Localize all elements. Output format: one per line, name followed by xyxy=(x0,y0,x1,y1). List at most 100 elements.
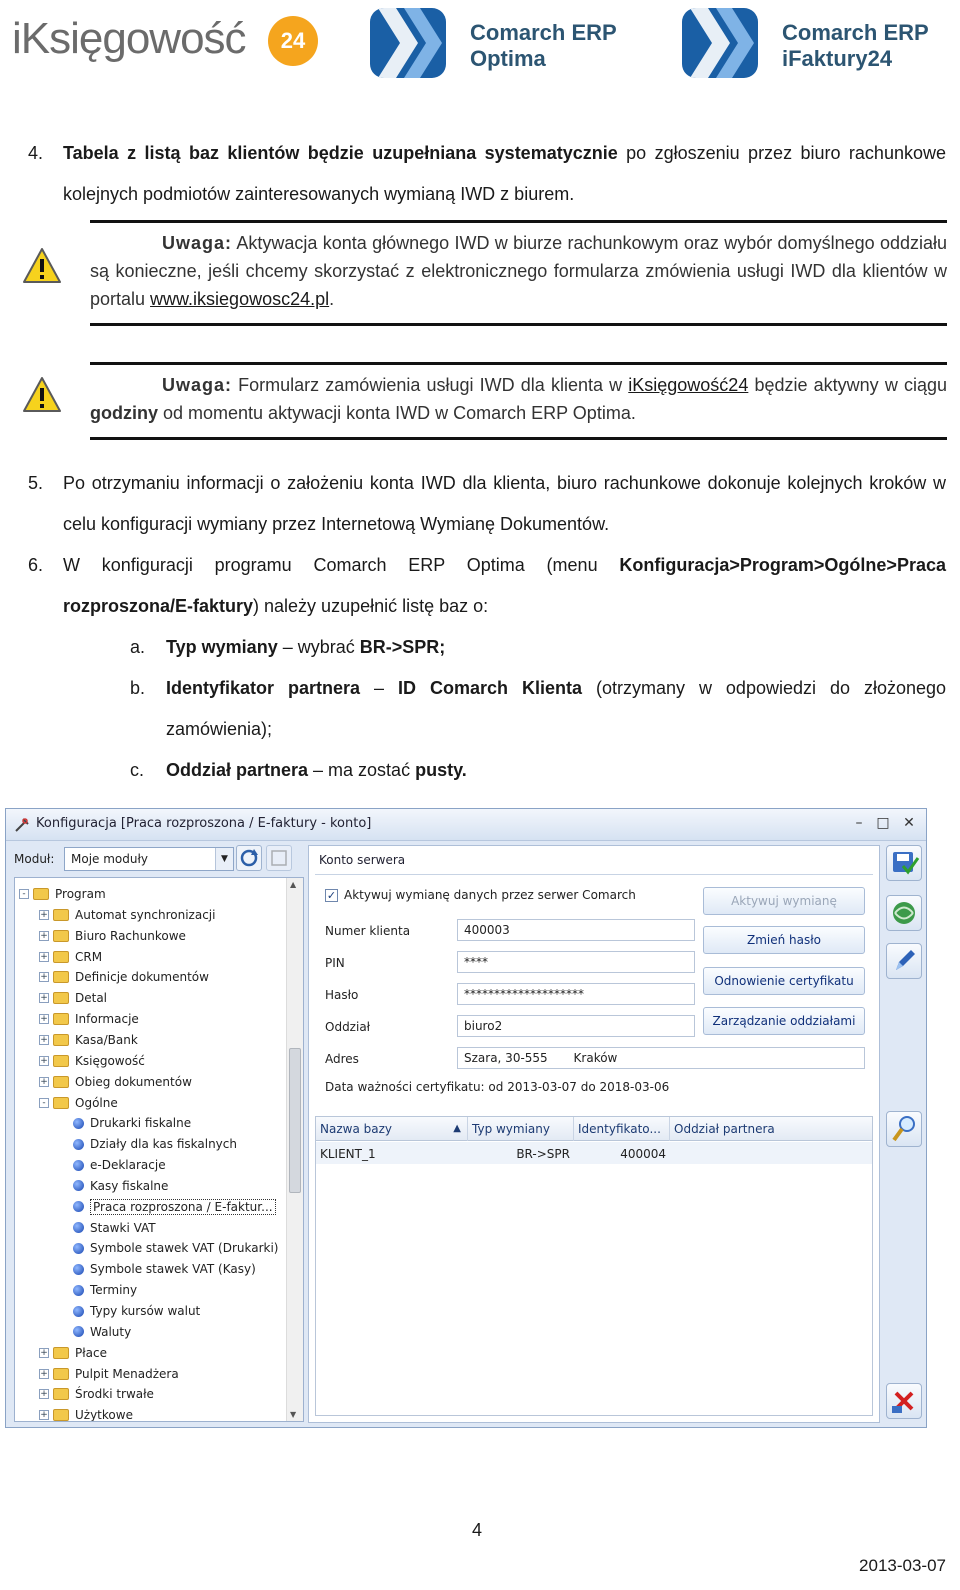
tree-node[interactable]: Działy dla kas fiskalnych xyxy=(59,1134,237,1154)
tree-node[interactable]: Stawki VAT xyxy=(59,1218,156,1238)
tree-node[interactable]: - Ogólne xyxy=(39,1093,118,1113)
tree-node[interactable]: + Informacje xyxy=(39,1009,139,1029)
pin-field[interactable]: **** xyxy=(457,951,695,973)
expand-icon[interactable]: + xyxy=(39,930,49,941)
change-password-button[interactable]: Zmień hasło xyxy=(703,926,865,954)
list-item-c: c. Oddział partnera – ma zostać pusty. xyxy=(130,750,946,791)
tree-node-label: Terminy xyxy=(90,1283,138,1298)
tree-node[interactable]: Terminy xyxy=(59,1280,137,1300)
section-5: 5. Po otrzymaniu informacji o założeniu … xyxy=(28,463,946,545)
save-button[interactable] xyxy=(886,845,922,881)
activate-exchange-checkbox[interactable]: ✓ Aktywuj wymianę danych przez serwer Co… xyxy=(325,888,636,902)
section-number: 6. xyxy=(28,555,44,575)
tree-node[interactable]: + Obieg dokumentów xyxy=(39,1072,192,1092)
portal-link[interactable]: www.iksiegowosc24.pl xyxy=(150,289,329,309)
cell-id: 400004 xyxy=(620,1147,666,1161)
section-5-text: Po otrzymaniu informacji o założeniu kon… xyxy=(63,473,946,534)
chevron-down-icon[interactable]: ▼ xyxy=(215,848,233,870)
item-icon xyxy=(73,1242,84,1254)
logo-line-2: iFaktury24 xyxy=(782,46,893,71)
expand-icon[interactable]: + xyxy=(39,1055,49,1066)
tree-node[interactable]: e-Deklaracje xyxy=(59,1155,166,1175)
column-header-branch[interactable]: Oddział partnera xyxy=(670,1117,874,1141)
column-header-name[interactable]: Nazwa bazy ▲ xyxy=(316,1117,468,1141)
expand-icon[interactable]: + xyxy=(39,1076,49,1087)
iksiegowosc-link[interactable]: iKsięgowość24 xyxy=(628,375,748,395)
password-field[interactable]: ******************** xyxy=(457,983,695,1005)
tree-node-label: Drukarki fiskalne xyxy=(90,1116,192,1131)
config-tree[interactable]: ▲ ▼ - Program + Automat synchronizacji + Biur… xyxy=(14,877,304,1422)
client-number-field[interactable]: 400003 xyxy=(457,919,695,941)
tree-node[interactable]: Waluty xyxy=(59,1322,131,1342)
module-select[interactable]: Moje moduły ▼ xyxy=(64,847,234,871)
note-text: od momentu aktywacji konta IWD w Comarch… xyxy=(158,403,636,423)
tree-node[interactable]: + Użytkowe xyxy=(39,1405,133,1421)
manage-branches-button[interactable]: Zarządzanie oddziałami xyxy=(703,1007,865,1035)
pin-label: PIN xyxy=(325,956,345,970)
edit-button[interactable] xyxy=(886,943,922,979)
column-header-type[interactable]: Typ wymiany xyxy=(468,1117,574,1141)
expand-icon[interactable]: + xyxy=(39,1347,49,1358)
tree-scrollbar[interactable]: ▲ ▼ xyxy=(286,878,303,1421)
logo-wordmark: iKsięgowość xyxy=(12,14,247,63)
tree-node[interactable]: + Księgowość xyxy=(39,1051,145,1071)
address-city: Kraków xyxy=(573,1051,618,1065)
tree-node[interactable]: + Środki trwałe xyxy=(39,1384,154,1404)
tree-node[interactable]: + CRM xyxy=(39,947,102,967)
note-label: Uwaga: xyxy=(162,375,233,395)
tree-node[interactable]: Typy kursów walut xyxy=(59,1301,200,1321)
expand-icon[interactable]: + xyxy=(39,993,49,1004)
database-grid[interactable]: Nazwa bazy ▲ Typ wymiany Identyfikato... … xyxy=(315,1116,873,1416)
refresh-tree-button[interactable] xyxy=(236,845,262,871)
search-button[interactable] xyxy=(886,1111,922,1147)
tree-node[interactable]: Symbole stawek VAT (Drukarki) xyxy=(59,1238,278,1258)
tree-node[interactable]: + Automat synchronizacji xyxy=(39,905,215,925)
column-label: Nazwa bazy xyxy=(320,1122,392,1136)
expand-icon[interactable]: + xyxy=(39,1389,49,1400)
scroll-up-icon[interactable]: ▲ xyxy=(290,880,296,889)
tree-node[interactable]: + Pulpit Menadżera xyxy=(39,1364,179,1384)
tree-node[interactable]: + Płace xyxy=(39,1343,107,1363)
tree-options-button[interactable] xyxy=(266,845,292,871)
tree-node[interactable]: Drukarki fiskalne xyxy=(59,1113,191,1133)
tree-node[interactable]: + Biuro Rachunkowe xyxy=(39,926,186,946)
note-text: Formularz zamówienia usługi IWD dla klie… xyxy=(232,375,629,395)
tree-node[interactable]: + Definicje dokumentów xyxy=(39,967,209,987)
tree-node-label: Kasy fiskalne xyxy=(90,1178,169,1193)
maximize-button[interactable]: □ xyxy=(874,815,892,831)
item-icon xyxy=(73,1326,84,1338)
expand-icon[interactable]: + xyxy=(39,1410,49,1421)
column-header-id[interactable]: Identyfikato... xyxy=(574,1117,670,1141)
expand-icon[interactable]: + xyxy=(39,1368,49,1379)
renew-certificate-button[interactable]: Odnowienie certyfikatu xyxy=(703,967,865,995)
scroll-thumb[interactable] xyxy=(289,1048,301,1193)
expand-icon[interactable]: + xyxy=(39,909,49,920)
cancel-button[interactable] xyxy=(886,1383,922,1419)
minimize-button[interactable]: – xyxy=(850,815,868,831)
tree-node[interactable]: Kasy fiskalne xyxy=(59,1176,168,1196)
folder-icon xyxy=(53,1075,69,1088)
collapse-icon[interactable]: - xyxy=(19,889,29,899)
section-4-bold: Tabela z listą baz klientów będzie uzupe… xyxy=(63,143,618,163)
expand-icon[interactable]: + xyxy=(39,1014,49,1025)
tree-node[interactable]: Praca rozproszona / E-faktur... xyxy=(59,1197,276,1217)
close-button[interactable]: ✕ xyxy=(900,815,918,831)
activate-exchange-button[interactable]: Aktywuj wymianę xyxy=(703,887,865,915)
tree-node[interactable]: + Detal xyxy=(39,988,107,1008)
section-4: 4. Tabela z listą baz klientów będzie uz… xyxy=(28,133,946,215)
checkbox-checked-icon[interactable]: ✓ xyxy=(325,888,338,902)
address-field[interactable]: Szara, 30-555 Kraków xyxy=(457,1047,865,1069)
branch-field[interactable]: biuro2 xyxy=(457,1015,695,1037)
list-text: – xyxy=(360,678,398,698)
tree-node-label: Środki trwałe xyxy=(75,1387,154,1402)
list-bold: Identyfikator partnera xyxy=(166,678,361,698)
collapse-icon[interactable]: - xyxy=(39,1097,49,1108)
tree-node[interactable]: - Program xyxy=(19,884,106,904)
scroll-down-icon[interactable]: ▼ xyxy=(290,1410,296,1419)
refresh-button[interactable] xyxy=(886,895,922,931)
tree-node[interactable]: + Kasa/Bank xyxy=(39,1030,138,1050)
expand-icon[interactable]: + xyxy=(39,1034,49,1045)
expand-icon[interactable]: + xyxy=(39,972,49,983)
tree-node[interactable]: Symbole stawek VAT (Kasy) xyxy=(59,1259,256,1279)
expand-icon[interactable]: + xyxy=(39,951,49,962)
